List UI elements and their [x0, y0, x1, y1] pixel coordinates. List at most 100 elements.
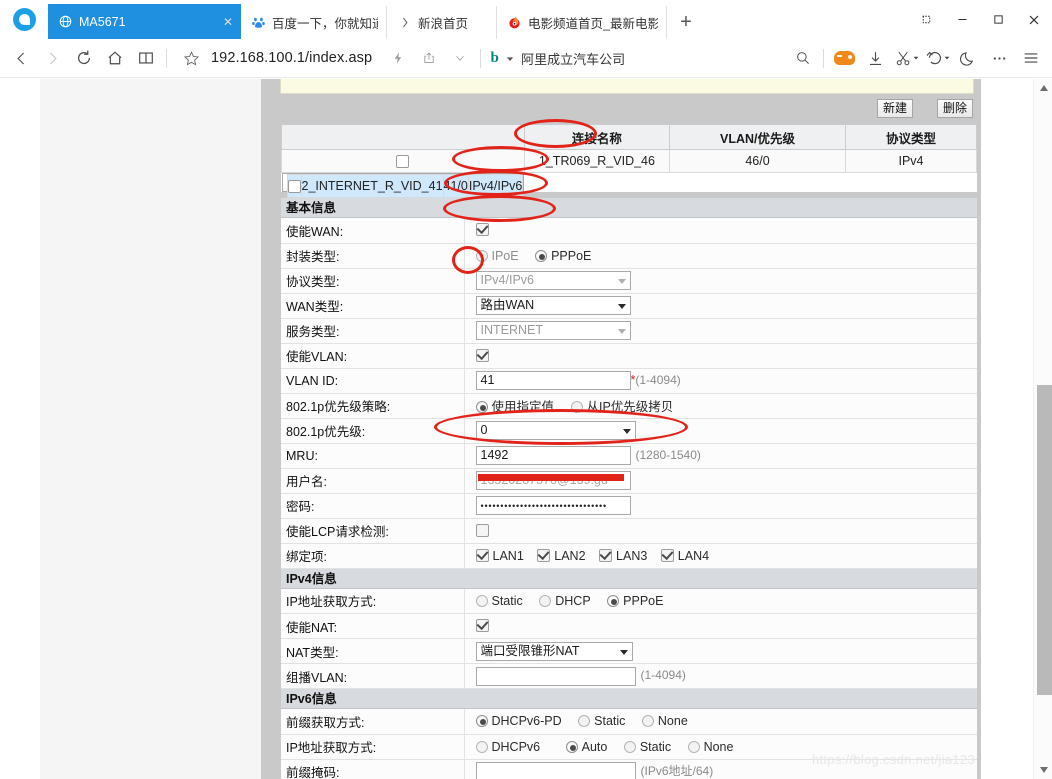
policy-specified-radio[interactable] — [475, 401, 488, 413]
field-multicast-vlan[interactable]: (1-4094) — [464, 663, 977, 689]
field-ipv4-mode[interactable]: Static DHCP PPPoE — [464, 588, 977, 614]
field-nat-type[interactable]: 端口受限锥形NAT — [464, 638, 977, 664]
ipv6-auto-radio[interactable] — [565, 740, 578, 753]
ipv6-info-table: 前缀获取方式: DHCPv6-PD Static None IP地址获取方式: … — [281, 709, 977, 779]
gamepad-icon[interactable] — [829, 43, 860, 74]
tab-baidu[interactable]: 百度一下，你就知道 — [241, 6, 387, 39]
row-checkbox-cell[interactable] — [286, 174, 302, 198]
multicast-vlan-input[interactable] — [475, 666, 636, 686]
password-input[interactable]: •••••••••••••••••••••••••••••••• — [475, 496, 631, 515]
connection-protocol: IPv4/IPv6 — [467, 174, 524, 198]
page-scrollbar[interactable] — [1033, 79, 1052, 779]
encap-pppoe-radio[interactable] — [535, 249, 548, 262]
new-tab-button[interactable]: + — [667, 6, 705, 39]
lan1-checkbox[interactable] — [475, 548, 489, 562]
address-bar[interactable]: 192.168.100.1/index.asp b 阿里成立汽车公司 — [172, 43, 787, 74]
scrollbar-thumb[interactable] — [1037, 385, 1052, 695]
tab-sina[interactable]: 新浪首页 — [387, 6, 497, 39]
mru-input[interactable]: 1492 — [475, 446, 631, 465]
label-multicast-vlan: 组播VLAN: — [281, 663, 465, 689]
field-bindings[interactable]: LAN1 LAN2 LAN3 LAN4 — [464, 543, 977, 569]
priority-select[interactable]: 0 — [475, 421, 636, 440]
field-8021p-priority[interactable]: 0 — [464, 418, 977, 444]
lightning-icon[interactable] — [382, 43, 413, 74]
field-enable-nat[interactable] — [464, 613, 977, 639]
lan2-checkbox[interactable] — [537, 548, 551, 562]
prefix-mask-input[interactable] — [475, 762, 636, 779]
new-button[interactable]: 新建 — [876, 99, 913, 118]
delete-button[interactable]: 删除 — [936, 99, 973, 118]
field-enable-vlan[interactable] — [464, 343, 977, 369]
scroll-up-icon[interactable] — [1034, 79, 1052, 97]
tab-ma5671[interactable]: MA5671 ✕ — [48, 4, 241, 39]
ipv4-pppoe-radio[interactable] — [607, 594, 620, 607]
chevron-down-icon[interactable] — [444, 43, 475, 74]
field-prefix-mode[interactable]: DHCPv6-PD Static None — [464, 709, 977, 735]
ipv4-static-radio[interactable] — [475, 594, 488, 607]
policy-specified-label: 使用指定值 — [491, 400, 555, 414]
field-service-type[interactable]: INTERNET — [464, 318, 977, 344]
download-icon[interactable] — [860, 43, 891, 74]
prefix-none-radio[interactable] — [641, 715, 654, 728]
close-icon[interactable]: ✕ — [213, 15, 233, 29]
reload-icon[interactable] — [68, 43, 99, 74]
bookmark-star-icon[interactable] — [176, 43, 207, 74]
menu-hamburger-icon[interactable] — [1015, 43, 1046, 74]
prefix-dhcpv6pd-radio[interactable] — [475, 715, 488, 728]
policy-copy-radio[interactable] — [570, 401, 583, 413]
protocol-type-select[interactable]: IPv4/IPv6 — [475, 271, 631, 290]
back-icon[interactable] — [6, 43, 37, 74]
row-checkbox[interactable] — [287, 179, 301, 193]
scroll-down-icon[interactable] — [1034, 761, 1052, 779]
service-type-select[interactable]: INTERNET — [475, 321, 631, 340]
field-enable-wan[interactable] — [464, 218, 977, 244]
search-icon[interactable] — [787, 43, 818, 74]
undo-icon[interactable] — [922, 43, 953, 74]
baidu-icon — [251, 15, 266, 30]
minimize-icon[interactable] — [944, 0, 980, 39]
ipv6-dhcpv6-radio[interactable] — [475, 740, 488, 753]
field-mru[interactable]: 1492 (1280-1540) — [464, 443, 977, 469]
field-8021p-policy[interactable]: 使用指定值 从IP优先级拷贝 — [464, 393, 977, 419]
row-enable-nat: 使能NAT: — [281, 613, 977, 639]
enable-vlan-checkbox[interactable] — [475, 348, 489, 362]
tab-movie[interactable]: 电影频道首页_最新电影资 — [497, 6, 667, 39]
chevron-down-icon[interactable] — [506, 51, 514, 66]
wan-type-select[interactable]: 路由WAN — [475, 296, 631, 315]
ipv6-static-radio[interactable] — [623, 740, 636, 753]
field-vlan-id[interactable]: 41 *(1-4094) — [464, 368, 977, 394]
field-encap-type[interactable]: IPoE PPPoE — [464, 243, 977, 269]
forward-icon[interactable] — [37, 43, 68, 74]
restore-down-icon[interactable] — [908, 0, 944, 39]
field-protocol-type[interactable]: IPv4/IPv6 — [464, 268, 977, 294]
home-icon[interactable] — [99, 43, 130, 74]
maximize-icon[interactable] — [980, 0, 1016, 39]
table-row[interactable]: 2_INTERNET_R_VID_41 41/0 IPv4/IPv6 — [281, 173, 525, 198]
field-password[interactable]: •••••••••••••••••••••••••••••••• — [464, 493, 977, 519]
lan3-checkbox[interactable] — [599, 548, 613, 562]
enable-lcp-checkbox[interactable] — [475, 523, 489, 537]
enable-nat-checkbox[interactable] — [475, 619, 489, 632]
table-row[interactable]: 1_TR069_R_VID_46 46/0 IPv4 — [281, 149, 977, 173]
field-username[interactable]: 13520287570@139.gd — [464, 468, 977, 494]
enable-wan-checkbox[interactable] — [475, 223, 489, 237]
reading-mode-icon[interactable] — [130, 43, 161, 74]
field-enable-lcp[interactable] — [464, 518, 977, 544]
share-icon[interactable] — [413, 43, 444, 74]
search-engine-chip[interactable]: b 阿里成立汽车公司 — [486, 49, 625, 68]
username-input[interactable]: 13520287570@139.gd — [475, 471, 631, 490]
lan4-checkbox[interactable] — [660, 548, 674, 562]
row-checkbox-cell[interactable] — [281, 149, 525, 173]
encap-ipoe-radio[interactable] — [475, 249, 488, 262]
row-checkbox[interactable] — [396, 155, 410, 169]
ipv4-dhcp-radio[interactable] — [539, 594, 552, 607]
field-wan-type[interactable]: 路由WAN — [464, 293, 977, 319]
close-icon[interactable] — [1016, 0, 1052, 39]
vlan-id-input[interactable]: 41 — [475, 371, 631, 390]
night-mode-moon-icon[interactable] — [953, 43, 984, 74]
more-options-icon[interactable] — [984, 43, 1015, 74]
screenshot-scissors-icon[interactable] — [891, 43, 922, 74]
nat-type-select[interactable]: 端口受限锥形NAT — [475, 641, 633, 661]
ipv6-none-radio[interactable] — [687, 740, 700, 753]
prefix-static-radio[interactable] — [578, 715, 591, 728]
